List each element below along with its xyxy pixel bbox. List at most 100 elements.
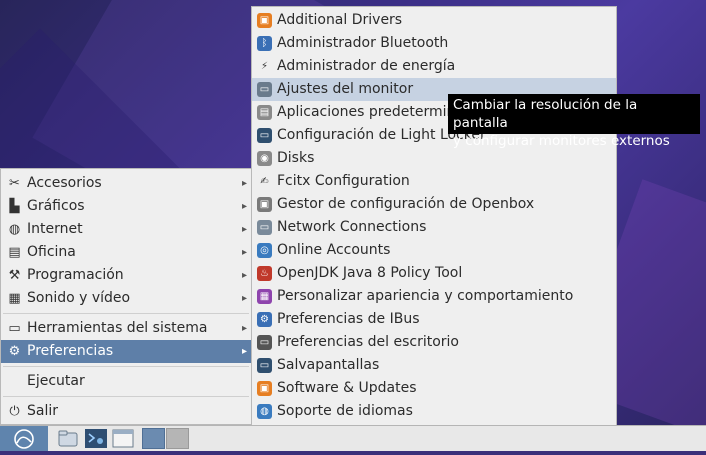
desktop-prefs-icon: ▭ [257, 335, 272, 350]
accessories-icon: ✂ [9, 176, 20, 191]
submenu-item-label: Administrador de energía [277, 58, 456, 74]
menu-item-label: Ejecutar [27, 373, 85, 389]
menu-item-graficos[interactable]: ▙ Gráficos ▸ [1, 195, 251, 218]
internet-globe-icon: ◍ [8, 222, 21, 237]
submenu-arrow-icon: ▸ [241, 346, 247, 357]
submenu-item-power-manager[interactable]: ⚡ Administrador de energía [252, 55, 616, 78]
submenu-item-label: Online Accounts [277, 242, 391, 258]
submenu-item-software-updates[interactable]: ▣ Software & Updates [252, 377, 616, 400]
language-support-icon: ◍ [257, 404, 272, 419]
submenu-item-label: Additional Drivers [277, 12, 403, 28]
menu-separator [3, 366, 249, 367]
submenu-item-bluetooth[interactable]: ᛒ Administrador Bluetooth [252, 32, 616, 55]
submenu-item-label: Preferencias del escritorio [277, 334, 459, 350]
graphics-icon: ▙ [9, 199, 20, 214]
submenu-item-label: Software & Updates [277, 380, 417, 396]
menu-item-label: Accesorios [27, 175, 102, 191]
submenu-item-label: OpenJDK Java 8 Policy Tool [277, 265, 463, 281]
workspace-1-button[interactable] [142, 428, 165, 449]
menu-item-sonido-video[interactable]: ▦ Sonido y vídeo ▸ [1, 287, 251, 310]
submenu-item-java[interactable]: ♨ OpenJDK Java 8 Policy Tool [252, 262, 616, 285]
submenu-item-label: Network Connections [277, 219, 427, 235]
lubuntu-logo-icon [14, 429, 34, 449]
submenu-item-online-accounts[interactable]: ◎ Online Accounts [252, 239, 616, 262]
submenu-arrow-icon: ▸ [241, 178, 247, 189]
power-manager-icon: ⚡ [257, 59, 272, 74]
menu-item-label: Sonido y vídeo [27, 290, 131, 306]
office-icon: ▤ [8, 245, 21, 260]
submenu-arrow-icon: ▸ [241, 224, 247, 235]
submenu-item-label: Fcitx Configuration [277, 173, 410, 189]
submenu-item-disks[interactable]: ◉ Disks [252, 147, 616, 170]
logout-icon: ⏻ [9, 404, 20, 419]
menu-item-label: Internet [27, 221, 83, 237]
menu-separator [3, 396, 249, 397]
submenu-item-label: Ajustes del monitor [277, 81, 414, 97]
network-icon: ▭ [257, 220, 272, 235]
programming-icon: ⚒ [8, 268, 21, 283]
submenu-item-label: Disks [277, 150, 315, 166]
sound-video-icon: ▦ [8, 291, 21, 306]
submenu-item-label: Gestor de configuración de Openbox [277, 196, 535, 212]
default-apps-icon: ▤ [257, 105, 272, 120]
file-manager-button[interactable] [57, 428, 79, 449]
menu-item-preferencias[interactable]: ⚙ Preferencias ▸ [1, 340, 251, 363]
menu-item-oficina[interactable]: ▤ Oficina ▸ [1, 241, 251, 264]
submenu-item-screensaver[interactable]: ▭ Salvapantallas [252, 354, 616, 377]
menu-item-label: Preferencias [27, 343, 114, 359]
tooltip-line: y configurar monitores externos [453, 133, 670, 149]
openbox-icon: ▣ [257, 197, 272, 212]
tooltip: Cambiar la resolución de la pantalla y c… [448, 94, 700, 149]
submenu-item-desktop-prefs[interactable]: ▭ Preferencias del escritorio [252, 331, 616, 354]
light-locker-icon: ▭ [257, 128, 272, 143]
workspace-2-button[interactable] [166, 428, 189, 449]
start-menu-button[interactable] [0, 426, 48, 451]
menu-item-internet[interactable]: ◍ Internet ▸ [1, 218, 251, 241]
submenu-item-label: Soporte de idiomas [277, 403, 413, 419]
menu-item-label: Gráficos [27, 198, 85, 214]
submenu-item-fcitx[interactable]: ✍ Fcitx Configuration [252, 170, 616, 193]
window-icon [112, 429, 134, 448]
menu-item-label: Herramientas del sistema [27, 320, 208, 336]
appearance-icon: ▦ [257, 289, 272, 304]
submenu-item-ibus[interactable]: ⚙ Preferencias de IBus [252, 308, 616, 331]
submenu-arrow-icon: ▸ [241, 293, 247, 304]
terminal-icon [85, 429, 107, 448]
fcitx-icon: ✍ [257, 174, 272, 189]
terminal-button[interactable] [84, 428, 108, 449]
submenu-item-openbox[interactable]: ▣ Gestor de configuración de Openbox [252, 193, 616, 216]
menu-item-salir[interactable]: ⏻ Salir [1, 400, 251, 423]
submenu-arrow-icon: ▸ [241, 270, 247, 281]
submenu-arrow-icon: ▸ [241, 247, 247, 258]
screensaver-icon: ▭ [257, 358, 272, 373]
menu-item-accesorios[interactable]: ✂ Accesorios ▸ [1, 172, 251, 195]
submenu-item-additional-drivers[interactable]: ▣ Additional Drivers [252, 9, 616, 32]
submenu-arrow-icon: ▸ [241, 201, 247, 212]
menu-item-ejecutar[interactable]: Ejecutar [1, 370, 251, 393]
disks-icon: ◉ [257, 151, 272, 166]
submenu-item-label: Administrador Bluetooth [277, 35, 449, 51]
preferences-gear-icon: ⚙ [8, 344, 21, 359]
folder-icon [58, 430, 78, 447]
java-icon: ♨ [257, 266, 272, 281]
bluetooth-icon: ᛒ [257, 36, 272, 51]
menu-item-label: Salir [27, 403, 59, 419]
menu-item-programacion[interactable]: ⚒ Programación ▸ [1, 264, 251, 287]
submenu-arrow-icon: ▸ [241, 323, 247, 334]
menu-item-label: Programación [27, 267, 124, 283]
submenu-item-appearance[interactable]: ▦ Personalizar apariencia y comportamient… [252, 285, 616, 308]
submenu-item-label: Personalizar apariencia y comportamiento [277, 288, 574, 304]
ibus-icon: ⚙ [257, 312, 272, 327]
system-tools-icon: ▭ [8, 321, 21, 336]
menu-separator [3, 313, 249, 314]
taskbar [0, 425, 706, 451]
submenu-item-language-support[interactable]: ◍ Soporte de idiomas [252, 400, 616, 423]
submenu-item-label: Preferencias de IBus [277, 311, 420, 327]
online-accounts-icon: ◎ [257, 243, 272, 258]
window-button[interactable] [112, 428, 134, 449]
menu-item-herramientas-sistema[interactable]: ▭ Herramientas del sistema ▸ [1, 317, 251, 340]
menu-item-label: Oficina [27, 244, 76, 260]
monitor-settings-icon: ▭ [257, 82, 272, 97]
software-updates-icon: ▣ [257, 381, 272, 396]
submenu-item-network[interactable]: ▭ Network Connections [252, 216, 616, 239]
